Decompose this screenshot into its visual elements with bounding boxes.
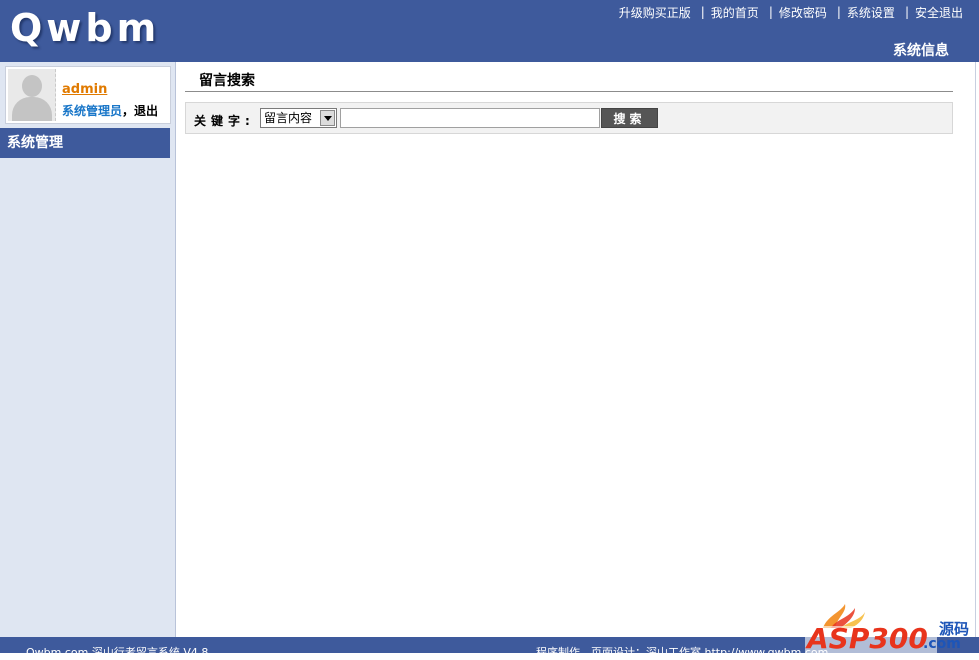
search-field-selected: 留言内容 (264, 111, 313, 125)
nav-change-password-link[interactable]: 修改密码 (779, 4, 827, 21)
user-role-line: 系统管理员，退出 (62, 102, 158, 119)
avatar-body-shape (12, 97, 52, 121)
avatar-head-shape (22, 75, 42, 97)
chevron-down-icon[interactable] (320, 110, 335, 126)
top-nav: 升级购买正版 | 我的首页 | 修改密码 | 系统设置 | 安全退出 (619, 4, 963, 20)
section-title: 系统信息 (893, 43, 949, 59)
user-box: admin 系统管理员，退出 (5, 66, 171, 124)
search-button[interactable]: 搜索 (601, 108, 658, 128)
footer-copyright: Qwbm.com 深山行者留言系统 V4.8 (26, 646, 209, 659)
nav-home-link[interactable]: 我的首页 (711, 4, 759, 21)
app-logo: Qwbm (10, 6, 161, 50)
menu-system-management[interactable]: 系统管理 (0, 128, 170, 158)
keyword-input[interactable] (340, 108, 600, 128)
header-bar: Qwbm 升级购买正版 | 我的首页 | 修改密码 | 系统设置 | 安全退出 … (0, 0, 979, 62)
keyword-label: 关键字: (194, 114, 255, 128)
footer-bar: Qwbm.com 深山行者留言系统 V4.8 程序制作、页面设计：深山工作室 h… (0, 637, 979, 659)
nav-upgrade-link[interactable]: 升级购买正版 (619, 4, 691, 21)
user-role: 系统管理员 (62, 104, 123, 118)
logout-link[interactable]: 退出 (134, 104, 158, 118)
search-field-select[interactable]: 留言内容 (260, 108, 337, 128)
footer-credits: 程序制作、页面设计：深山工作室 http://www.qwbm.com (536, 646, 829, 659)
nav-logout-link[interactable]: 安全退出 (915, 4, 963, 21)
search-bar: 关键字: 留言内容 搜索 (185, 102, 953, 134)
page-title: 留言搜索 (199, 73, 255, 89)
nav-separator: | (836, 5, 841, 19)
watermark-tag-text: 源码 (939, 620, 969, 638)
avatar (8, 69, 56, 121)
title-divider (185, 91, 953, 92)
right-scrollbar-edge (975, 62, 979, 637)
nav-separator: | (768, 5, 773, 19)
nav-separator: | (700, 5, 705, 19)
username-link[interactable]: admin (62, 82, 107, 97)
sidebar: admin 系统管理员，退出 系统管理 (0, 62, 176, 637)
nav-settings-link[interactable]: 系统设置 (847, 4, 895, 21)
nav-separator: | (904, 5, 909, 19)
role-separator: ， (122, 104, 135, 118)
